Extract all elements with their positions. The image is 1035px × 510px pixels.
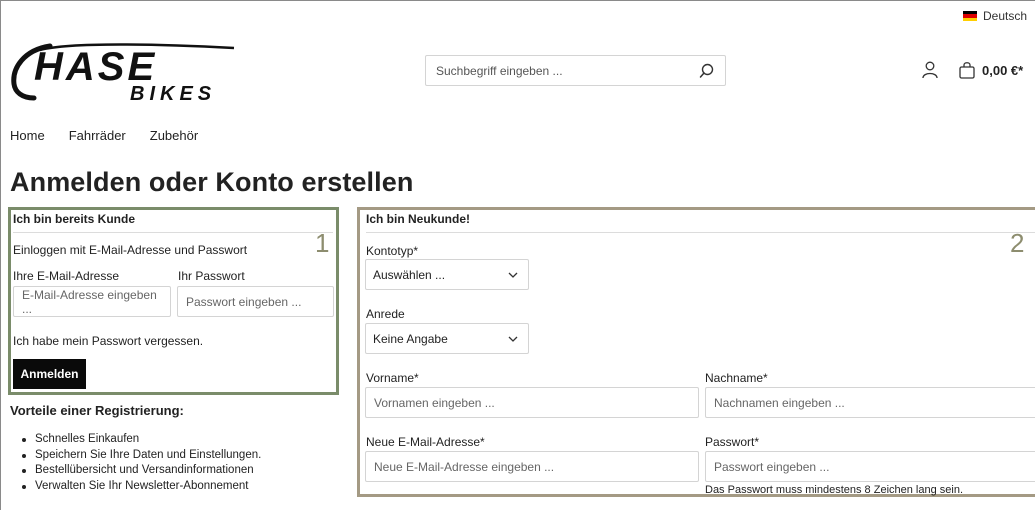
email-placeholder: E-Mail-Adresse eingeben ... (22, 287, 157, 316)
lastname-field[interactable]: Nachnamen eingeben ... (705, 387, 1035, 418)
german-flag-icon (963, 11, 977, 21)
cart-total: 0,00 €* (982, 62, 1024, 78)
new-email-label: Neue E-Mail-Adresse* (366, 435, 485, 449)
section-number: 2 (1010, 228, 1025, 258)
list-item: Verwalten Sie Ihr Newsletter-Abonnement (22, 479, 261, 495)
login-button[interactable]: Anmelden (13, 359, 86, 389)
advantages-heading: Vorteile einer Registrierung: (10, 403, 184, 418)
search-placeholder: Suchbegriff eingeben ... (436, 63, 563, 78)
new-email-field[interactable]: Neue E-Mail-Adresse eingeben ... (365, 451, 699, 482)
account-icon[interactable] (922, 61, 938, 79)
section-number: 1 (315, 228, 330, 258)
advantages-list: Schnelles Einkaufen Speichern Sie Ihre D… (22, 432, 261, 494)
email-field[interactable]: E-Mail-Adresse eingeben ... (13, 286, 171, 317)
new-password-label: Passwort* (705, 435, 760, 449)
search-input[interactable]: Suchbegriff eingeben ... (425, 55, 726, 86)
salutation-select[interactable]: Keine Angabe (365, 323, 529, 354)
firstname-field[interactable]: Vornamen eingeben ... (365, 387, 699, 418)
salutation-value: Keine Angabe (373, 331, 448, 346)
account-type-value: Auswählen ... (373, 267, 446, 282)
language-label: Deutsch (983, 9, 1028, 23)
password-label: Ihr Passwort (178, 269, 245, 283)
login-section: Ich bin bereits Kunde 1 Einloggen mit E-… (8, 207, 339, 395)
account-type-select[interactable]: Auswählen ... (365, 259, 529, 290)
new-email-placeholder: Neue E-Mail-Adresse eingeben ... (374, 459, 555, 474)
chevron-down-icon (508, 336, 518, 342)
login-heading: Ich bin bereits Kunde (13, 212, 136, 226)
email-label: Ihre E-Mail-Adresse (13, 269, 120, 283)
register-section: Ich bin Neukunde! 2 Kontotyp* Auswählen … (357, 207, 1035, 497)
firstname-placeholder: Vornamen eingeben ... (374, 395, 495, 410)
search-icon[interactable] (699, 63, 715, 79)
list-item: Schnelles Einkaufen (22, 432, 261, 448)
nav-item-zubehoer[interactable]: Zubehör (150, 128, 198, 143)
shopping-bag-icon (959, 62, 975, 79)
chevron-down-icon (508, 272, 518, 278)
nav-item-fahrraeder[interactable]: Fahrräder (69, 128, 126, 143)
firstname-label: Vorname* (366, 371, 419, 385)
cart-button[interactable]: 0,00 €* (958, 61, 1023, 79)
list-item: Speichern Sie Ihre Daten und Einstellung… (22, 448, 261, 464)
lastname-placeholder: Nachnamen eingeben ... (714, 395, 845, 410)
logo[interactable]: HASE BIKES (10, 40, 242, 105)
lastname-label: Nachname* (705, 371, 768, 385)
hase-bikes-logo-icon: HASE BIKES (11, 43, 235, 105)
salutation-label: Anrede (366, 307, 405, 321)
list-item: Bestellübersicht und Versandinformatione… (22, 463, 261, 479)
main-nav: Home Fahrräder Zubehör (10, 128, 198, 143)
forgot-password-link[interactable]: Ich habe mein Passwort vergessen. (13, 334, 203, 348)
page-title: Anmelden oder Konto erstellen (10, 167, 414, 197)
password-hint: Das Passwort muss mindestens 8 Zeichen l… (705, 484, 964, 496)
password-placeholder: Passwort eingeben ... (186, 294, 302, 309)
new-password-field[interactable]: Passwort eingeben ... (705, 451, 1035, 482)
password-field[interactable]: Passwort eingeben ... (177, 286, 334, 317)
language-switcher[interactable]: Deutsch (963, 9, 1027, 23)
nav-item-home[interactable]: Home (10, 128, 45, 143)
divider (13, 232, 333, 233)
new-password-placeholder: Passwort eingeben ... (714, 459, 830, 474)
register-heading: Ich bin Neukunde! (366, 212, 471, 226)
account-type-label: Kontotyp* (366, 244, 419, 258)
login-subtitle: Einloggen mit E-Mail-Adresse und Passwor… (13, 243, 248, 257)
divider (366, 232, 1035, 233)
svg-text:BIKES: BIKES (130, 83, 216, 102)
